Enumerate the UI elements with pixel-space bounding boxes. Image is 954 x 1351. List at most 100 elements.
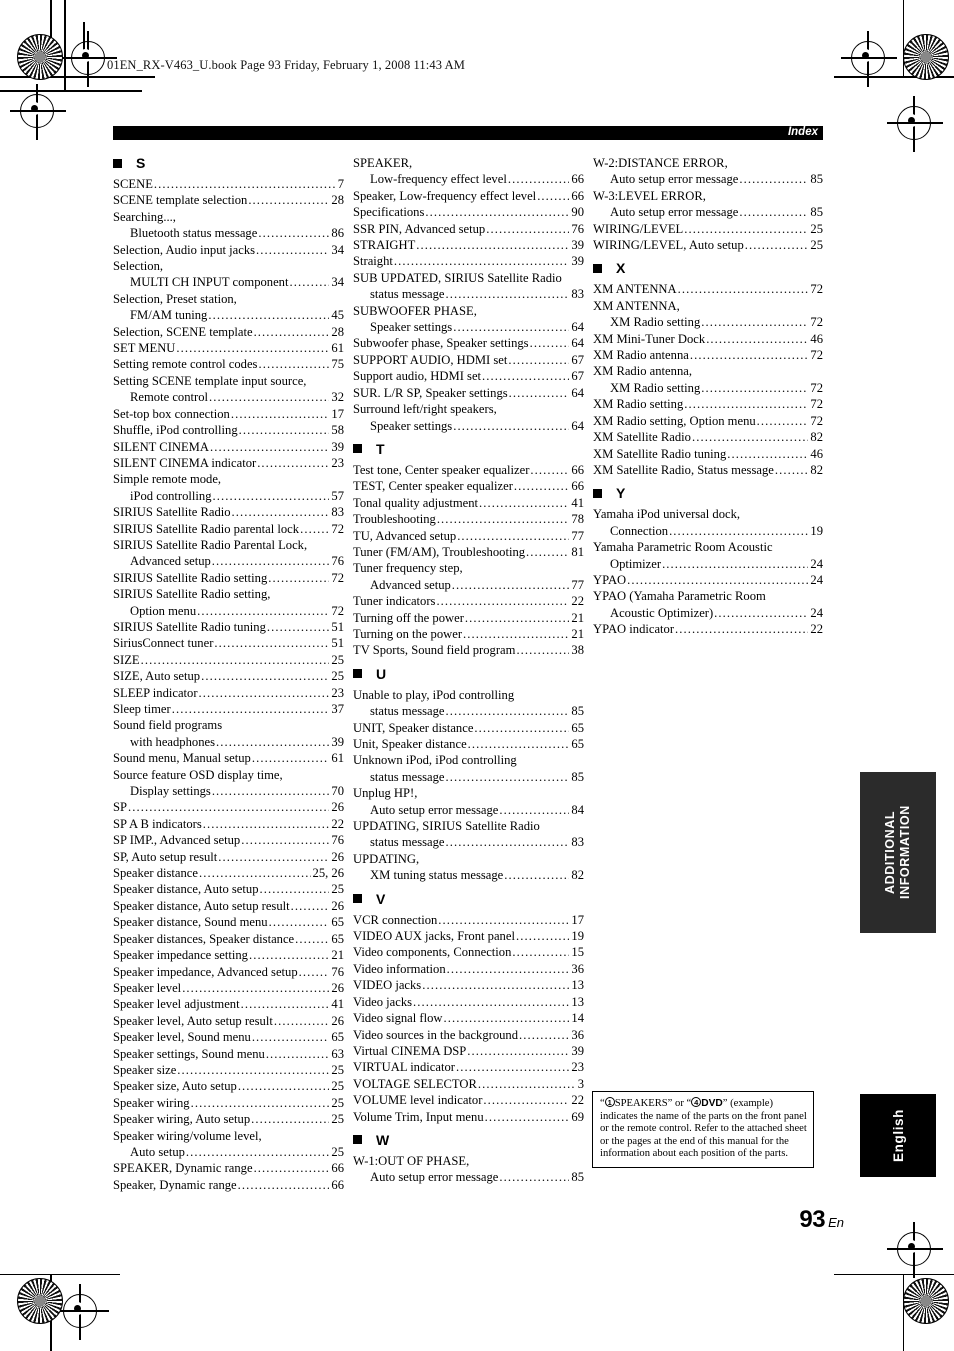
index-entry[interactable]: Speaker impedance, Advanced setup.......… bbox=[113, 964, 344, 980]
index-entry[interactable]: Sound menu, Manual setup................… bbox=[113, 750, 344, 766]
index-entry[interactable]: VOLTAGE SELECTOR........................… bbox=[353, 1076, 584, 1092]
index-entry[interactable]: Tuner indicators........................… bbox=[353, 593, 584, 609]
index-entry[interactable]: Sleep timer.............................… bbox=[113, 701, 344, 717]
index-entry[interactable]: SPEAKER, Dynamic range..................… bbox=[113, 1160, 344, 1176]
index-entry[interactable]: UNIT, Speaker distance..................… bbox=[353, 720, 584, 736]
index-entry[interactable]: Speaker settings........................… bbox=[353, 319, 584, 335]
index-entry[interactable]: W-3:LEVEL ERROR, bbox=[593, 188, 823, 204]
index-entry[interactable]: Support audio, HDMI set.................… bbox=[353, 368, 584, 384]
side-tab-english[interactable]: English bbox=[860, 1094, 936, 1177]
index-entry[interactable]: XM tuning status message................… bbox=[353, 867, 584, 883]
index-entry[interactable]: SP A B indicators.......................… bbox=[113, 816, 344, 832]
index-entry[interactable]: SIRIUS Satellite Radio tuning...........… bbox=[113, 619, 344, 635]
index-entry[interactable]: XM ANTENNA..............................… bbox=[593, 281, 823, 297]
index-entry[interactable]: Tonal quality adjustment................… bbox=[353, 495, 584, 511]
index-entry[interactable]: Speaker level...........................… bbox=[113, 980, 344, 996]
index-entry[interactable]: Speaker wiring, Auto setup..............… bbox=[113, 1111, 344, 1127]
index-entry[interactable]: TEST, Center speaker equalizer..........… bbox=[353, 478, 584, 494]
index-entry[interactable]: Speaker settings, Sound menu............… bbox=[113, 1046, 344, 1062]
index-entry[interactable]: Specifications..........................… bbox=[353, 204, 584, 220]
index-entry[interactable]: Turning off the power...................… bbox=[353, 610, 584, 626]
index-entry[interactable]: VIRTUAL indicator.......................… bbox=[353, 1059, 584, 1075]
index-entry[interactable]: status message..........................… bbox=[353, 286, 584, 302]
index-entry[interactable]: MULTI CH INPUT component................… bbox=[113, 274, 344, 290]
index-entry[interactable]: Speaker distances, Speaker distance.....… bbox=[113, 931, 344, 947]
index-entry[interactable]: SIRIUS Satellite Radio parental lock....… bbox=[113, 521, 344, 537]
index-entry[interactable]: Shuffle, iPod controlling...............… bbox=[113, 422, 344, 438]
index-entry[interactable]: XM Satellite Radio......................… bbox=[593, 429, 823, 445]
index-entry[interactable]: SLEEP indicator.........................… bbox=[113, 685, 344, 701]
index-entry[interactable]: Speaker settings........................… bbox=[353, 418, 584, 434]
index-entry[interactable]: Set-top box connection..................… bbox=[113, 406, 344, 422]
index-entry[interactable]: SP, Auto setup result...................… bbox=[113, 849, 344, 865]
index-entry[interactable]: Advanced setup..........................… bbox=[353, 577, 584, 593]
index-entry[interactable]: Display settings........................… bbox=[113, 783, 344, 799]
index-entry[interactable]: Unknown iPod, iPod controlling bbox=[353, 752, 584, 768]
index-entry[interactable]: SCENE template selection................… bbox=[113, 192, 344, 208]
index-entry[interactable]: VCR connection..........................… bbox=[353, 912, 584, 928]
index-entry[interactable]: Bluetooth status message................… bbox=[113, 225, 344, 241]
index-entry[interactable]: Auto setup error message................… bbox=[593, 171, 823, 187]
index-entry[interactable]: Auto setup error message................… bbox=[353, 802, 584, 818]
index-entry[interactable]: Auto setup error message................… bbox=[593, 204, 823, 220]
index-entry[interactable]: Subwoofer phase, Speaker settings.......… bbox=[353, 335, 584, 351]
index-entry[interactable]: SIRIUS Satellite Radio Parental Lock, bbox=[113, 537, 344, 553]
index-entry[interactable]: Optimizer...............................… bbox=[593, 556, 823, 572]
index-entry[interactable]: VIDEO jacks.............................… bbox=[353, 977, 584, 993]
index-entry[interactable]: SIZE, Auto setup........................… bbox=[113, 668, 344, 684]
index-entry[interactable]: Yamaha iPod universal dock, bbox=[593, 506, 823, 522]
index-entry[interactable]: Source feature OSD display time, bbox=[113, 767, 344, 783]
index-entry[interactable]: Video components, Connection............… bbox=[353, 944, 584, 960]
index-entry[interactable]: Speaker wiring/volume level, bbox=[113, 1128, 344, 1144]
index-entry[interactable]: SiriusConnect tuner.....................… bbox=[113, 635, 344, 651]
index-entry[interactable]: Turning on the power....................… bbox=[353, 626, 584, 642]
index-entry[interactable]: SP IMP., Advanced setup.................… bbox=[113, 832, 344, 848]
index-entry[interactable]: Setting SCENE template input source, bbox=[113, 373, 344, 389]
index-entry[interactable]: WIRING/LEVEL............................… bbox=[593, 221, 823, 237]
index-entry[interactable]: SIRIUS Satellite Radio setting..........… bbox=[113, 570, 344, 586]
index-entry[interactable]: Tuner frequency step, bbox=[353, 560, 584, 576]
index-entry[interactable]: W-2:DISTANCE ERROR, bbox=[593, 155, 823, 171]
index-entry[interactable]: Acoustic Optimizer).....................… bbox=[593, 605, 823, 621]
index-entry[interactable]: Searching..., bbox=[113, 209, 344, 225]
index-entry[interactable]: Simple remote mode, bbox=[113, 471, 344, 487]
index-entry[interactable]: SUPPORT AUDIO, HDMI set.................… bbox=[353, 352, 584, 368]
index-entry[interactable]: XM Radio antenna, bbox=[593, 363, 823, 379]
index-entry[interactable]: Virtual CINEMA DSP......................… bbox=[353, 1043, 584, 1059]
index-entry[interactable]: SUR. L/R SP, Speaker settings...........… bbox=[353, 385, 584, 401]
index-entry[interactable]: Speaker level adjustment................… bbox=[113, 996, 344, 1012]
index-entry[interactable]: Speaker wiring..........................… bbox=[113, 1095, 344, 1111]
index-entry[interactable]: SILENT CINEMA indicator.................… bbox=[113, 455, 344, 471]
index-entry[interactable]: Selection, SCENE template...............… bbox=[113, 324, 344, 340]
index-entry[interactable]: WIRING/LEVEL, Auto setup................… bbox=[593, 237, 823, 253]
index-entry[interactable]: status message..........................… bbox=[353, 834, 584, 850]
index-entry[interactable]: SCENE...................................… bbox=[113, 176, 344, 192]
index-entry[interactable]: SIRIUS Satellite Radio..................… bbox=[113, 504, 344, 520]
index-entry[interactable]: XM Radio setting, Option menu...........… bbox=[593, 413, 823, 429]
index-entry[interactable]: XM Radio setting........................… bbox=[593, 396, 823, 412]
index-entry[interactable]: Speaker, Low-frequency effect level.....… bbox=[353, 188, 584, 204]
index-entry[interactable]: XM ANTENNA, bbox=[593, 298, 823, 314]
index-entry[interactable]: Setting remote control codes............… bbox=[113, 356, 344, 372]
index-entry[interactable]: Advanced setup..........................… bbox=[113, 553, 344, 569]
index-entry[interactable]: YPAO (Yamaha Parametric Room bbox=[593, 588, 823, 604]
index-entry[interactable]: XM Radio setting........................… bbox=[593, 314, 823, 330]
index-entry[interactable]: Straight................................… bbox=[353, 253, 584, 269]
index-entry[interactable]: UPDATING, SIRIUS Satellite Radio bbox=[353, 818, 584, 834]
index-entry[interactable]: Option menu.............................… bbox=[113, 603, 344, 619]
index-entry[interactable]: Selection, Preset station, bbox=[113, 291, 344, 307]
index-entry[interactable]: TV Sports, Sound field program..........… bbox=[353, 642, 584, 658]
index-entry[interactable]: Speaker level, Auto setup result........… bbox=[113, 1013, 344, 1029]
index-entry[interactable]: VOLUME level indicator..................… bbox=[353, 1092, 584, 1108]
index-entry[interactable]: Speaker, Dynamic range..................… bbox=[113, 1177, 344, 1193]
index-entry[interactable]: Speaker size, Auto setup................… bbox=[113, 1078, 344, 1094]
index-entry[interactable]: Auto setup error message................… bbox=[353, 1169, 584, 1185]
index-entry[interactable]: Speaker distance, Sound menu............… bbox=[113, 914, 344, 930]
index-entry[interactable]: Selection, Audio input jacks............… bbox=[113, 242, 344, 258]
index-entry[interactable]: Low-frequency effect level..............… bbox=[353, 171, 584, 187]
index-entry[interactable]: SIZE....................................… bbox=[113, 652, 344, 668]
index-entry[interactable]: status message..........................… bbox=[353, 703, 584, 719]
index-entry[interactable]: VIDEO AUX jacks, Front panel............… bbox=[353, 928, 584, 944]
index-entry[interactable]: SUBWOOFER PHASE, bbox=[353, 303, 584, 319]
index-entry[interactable]: SILENT CINEMA...........................… bbox=[113, 439, 344, 455]
